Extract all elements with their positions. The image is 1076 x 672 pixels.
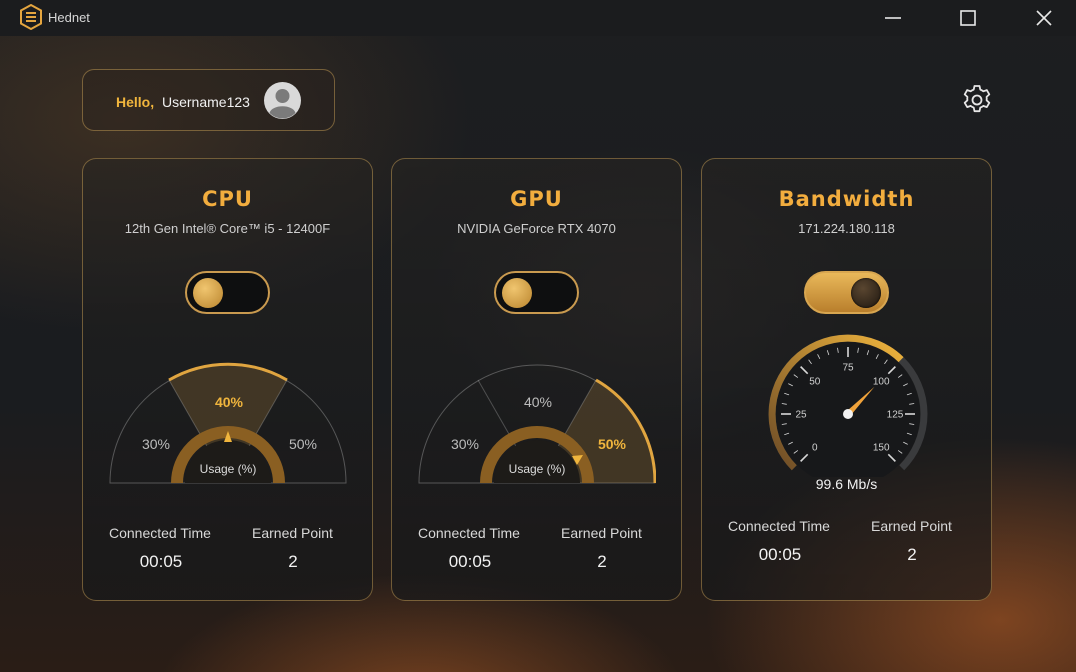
speed-tick-25: 25 [795, 410, 807, 421]
speed-tick-125: 125 [887, 410, 904, 421]
window-title: Hednet [48, 10, 90, 25]
needle-hub [843, 409, 853, 419]
bandwidth-speedometer: 0 25 50 75 100 125 150 [768, 334, 928, 477]
username-label: Username123 [162, 94, 250, 110]
cpu-earned-point: 2 [288, 552, 298, 571]
gpu-connected-time-label: Connected Time [418, 525, 520, 541]
bandwidth-earned-point: 2 [907, 545, 917, 564]
gpu-toggle[interactable] [494, 271, 579, 314]
greeting-hello: Hello, [116, 94, 155, 110]
minimize-button[interactable] [870, 0, 916, 36]
cpu-card: CPU 12th Gen Intel® Core™ i5 - 12400F 30… [82, 158, 373, 601]
gpu-option-40[interactable]: 40% [524, 394, 552, 410]
speed-tick-100: 100 [873, 376, 890, 387]
maximize-button[interactable] [945, 0, 991, 36]
close-icon [1036, 10, 1052, 26]
toggle-knob [851, 278, 881, 308]
close-button[interactable] [1021, 0, 1067, 36]
maximize-icon [960, 10, 976, 26]
speed-tick-150: 150 [873, 443, 890, 454]
bandwidth-connected-time-label: Connected Time [728, 518, 830, 534]
cpu-usage-gauge: 30% 40% 50% Usage (%) [109, 362, 347, 484]
user-greeting: Hello, Username123 [82, 69, 335, 131]
user-avatar-icon[interactable] [264, 82, 301, 119]
cpu-connected-time: 00:05 [139, 552, 183, 571]
cpu-gauge-center-label: Usage (%) [200, 462, 257, 476]
speed-tick-75: 75 [842, 363, 854, 374]
title-bar: Hednet [0, 0, 1076, 36]
speed-tick-0: 0 [812, 443, 818, 454]
cpu-title: CPU [202, 187, 253, 211]
bandwidth-title: Bandwidth [778, 187, 915, 211]
gpu-connected-time: 00:05 [448, 552, 492, 571]
minimize-icon [885, 17, 901, 19]
bandwidth-toggle[interactable] [804, 271, 889, 314]
gpu-model: NVIDIA GeForce RTX 4070 [457, 221, 616, 236]
cpu-toggle[interactable] [185, 271, 270, 314]
bandwidth-connected-time: 00:05 [758, 545, 802, 564]
ip-address: 171.224.180.118 [798, 221, 895, 236]
gpu-usage-gauge: 30% 40% 50% Usage (%) [418, 364, 656, 484]
cpu-connected-time-label: Connected Time [109, 525, 211, 541]
gear-icon[interactable] [960, 83, 994, 117]
speed-tick-50: 50 [809, 376, 821, 387]
bandwidth-card: Bandwidth 171.224.180.118 0 25 50 75 100… [701, 158, 992, 601]
gpu-card: GPU NVIDIA GeForce RTX 4070 30% 40% 50% … [391, 158, 682, 601]
bandwidth-earned-point-label: Earned Point [871, 518, 952, 534]
cpu-option-50[interactable]: 50% [289, 436, 317, 452]
bandwidth-speed: 99.6 Mb/s [815, 476, 878, 492]
gpu-earned-point-label: Earned Point [561, 525, 642, 541]
cpu-model: 12th Gen Intel® Core™ i5 - 12400F [124, 221, 331, 236]
cpu-option-40[interactable]: 40% [215, 394, 244, 410]
cpu-earned-point-label: Earned Point [252, 525, 333, 541]
toggle-knob [193, 278, 223, 308]
gpu-earned-point: 2 [597, 552, 607, 571]
hednet-logo-icon [20, 4, 42, 30]
toggle-knob [502, 278, 532, 308]
cpu-option-30[interactable]: 30% [142, 436, 170, 452]
gpu-option-50[interactable]: 50% [598, 436, 627, 452]
gpu-option-30[interactable]: 30% [451, 436, 479, 452]
gpu-title: GPU [510, 187, 563, 211]
gpu-gauge-center-label: Usage (%) [509, 462, 566, 476]
